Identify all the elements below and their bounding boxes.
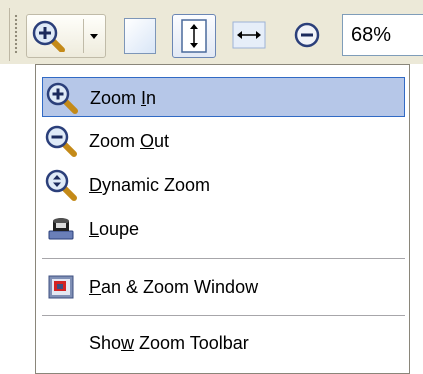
zoom-split-button[interactable] [26, 14, 106, 58]
menu-separator [42, 258, 405, 259]
zoom-level-field[interactable]: 68% [342, 14, 423, 56]
menu-item-show-zoom-toolbar[interactable]: Show Zoom Toolbar [42, 323, 405, 363]
menu-item-label: Zoom In [90, 88, 157, 108]
menu-item-loupe[interactable]: Loupe [42, 209, 405, 249]
chevron-down-icon[interactable] [87, 29, 101, 43]
zoom-toolbar: 68% [0, 0, 423, 64]
zoom-dropdown-menu: Zoom In Zoom Out Dynamic Zoom Loupe Pan … [35, 64, 410, 374]
dynamic-zoom-icon [45, 169, 77, 201]
toolbar-edge [9, 8, 10, 61]
zoom-in-icon[interactable] [32, 20, 74, 53]
menu-item-label: Pan & Zoom Window [89, 277, 259, 297]
fit-width-icon [232, 21, 266, 49]
menu-item-zoom-in[interactable]: Zoom In [42, 77, 405, 117]
fit-height-button[interactable] [172, 14, 216, 58]
menu-item-zoom-out[interactable]: Zoom Out [42, 121, 405, 161]
menu-item-label: Show Zoom Toolbar [89, 333, 249, 353]
loupe-icon [45, 213, 77, 245]
zoom-out-button[interactable] [290, 18, 324, 52]
menu-item-label: Loupe [89, 219, 140, 239]
menu-item-pan-zoom-window[interactable]: Pan & Zoom Window [42, 267, 405, 307]
zoom-out-icon [294, 22, 320, 48]
zoom-level-value: 68% [351, 24, 392, 46]
menu-separator [42, 315, 405, 316]
toolbar-grip-handle[interactable] [14, 14, 18, 54]
zoom-out-icon [45, 125, 77, 157]
pan-zoom-window-icon [45, 271, 77, 303]
menu-item-label: Dynamic Zoom [89, 175, 211, 195]
fit-height-icon [181, 19, 207, 53]
menu-item-dynamic-zoom[interactable]: Dynamic Zoom [42, 165, 405, 205]
menu-item-label: Zoom Out [89, 131, 170, 151]
zoom-in-icon [46, 82, 78, 114]
fit-width-button[interactable] [230, 16, 268, 54]
split-separator [83, 19, 84, 53]
fit-page-button[interactable] [124, 18, 156, 54]
